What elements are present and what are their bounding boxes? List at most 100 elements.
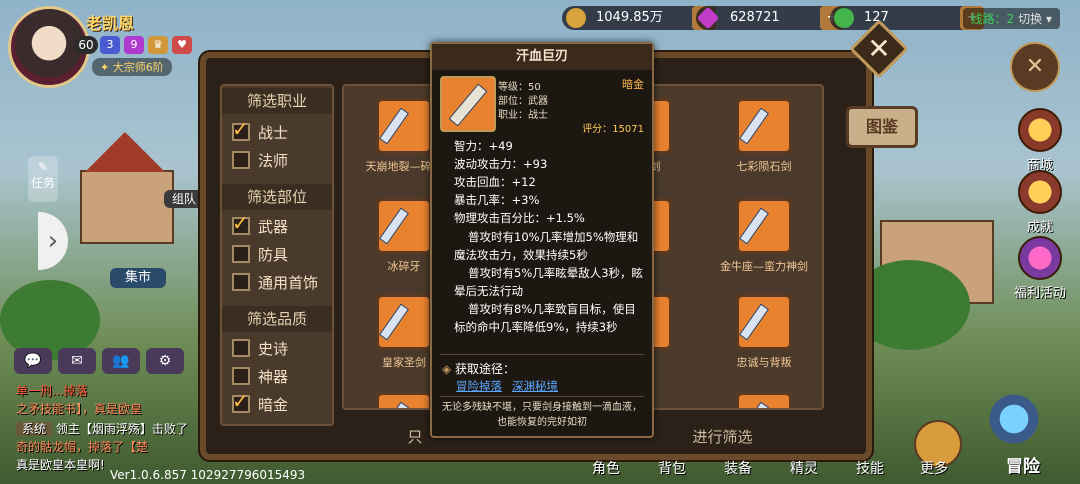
server-line-label: 线路：2 <box>970 12 1015 26</box>
filter-label: 法师 <box>258 152 289 170</box>
rank-badge: 9 <box>124 36 144 54</box>
filter-slot-accessory[interactable]: 通用首饰 <box>232 272 318 293</box>
tooltip-score: 评分：15071 <box>582 120 644 135</box>
source-link-abyss[interactable]: 深渊秘境 <box>512 378 558 394</box>
divider <box>440 396 644 397</box>
filter-class-warrior[interactable]: 战士 <box>232 117 289 143</box>
stat-line: 攻击回血：+12 <box>454 175 536 189</box>
task-tab[interactable]: ✎ 任务 <box>28 156 58 202</box>
filter-label: 暗金 <box>258 396 289 414</box>
hint-tail: 进行筛选 <box>692 428 753 446</box>
stat-line: 物理攻击百分比：+1.5% <box>454 211 585 225</box>
expand-arrow-button[interactable]: › <box>38 212 68 270</box>
item-cell[interactable]: 忠诚与背叛 <box>704 294 822 370</box>
gold-coin-icon <box>566 8 586 28</box>
welfare-label: 福利活动 <box>1013 286 1066 301</box>
tooltip-class: 职业：战士 <box>498 110 548 121</box>
checkbox[interactable] <box>232 367 250 385</box>
crossed-swords-icon[interactable]: ✕ <box>1010 42 1060 92</box>
filter-class-mage[interactable]: 法师 <box>232 150 288 171</box>
effect-line: 普攻时有5%几率眩晕敌人3秒，眩晕后无法行动 <box>454 266 644 298</box>
shop-button[interactable]: 商城 <box>1008 108 1072 173</box>
market-tab[interactable]: 集市 <box>110 268 166 288</box>
filter-slot-weapon[interactable]: 武器 <box>232 211 289 237</box>
sword-icon <box>440 76 496 132</box>
version-label: Ver1.0.6.857 1029277960​15493 <box>110 468 306 482</box>
hint-head: 只 <box>407 428 423 446</box>
welfare-button[interactable]: 福利活动 <box>1008 236 1072 301</box>
source-header-text: 获取途径： <box>455 362 516 376</box>
checkbox[interactable] <box>232 151 250 169</box>
nav-character[interactable]: 角色 <box>592 458 620 478</box>
achievement-icon <box>1018 170 1062 214</box>
nav-more[interactable]: 更多 <box>920 458 948 478</box>
class-filter-header: 筛选职业 <box>222 88 332 114</box>
source-link-adventure[interactable]: 冒险掉落 <box>456 378 502 394</box>
codex-tab[interactable]: 图鉴 <box>846 106 918 148</box>
chat-line-text: 领主【烟雨浮殇】击败了 <box>55 422 188 436</box>
checkbox[interactable] <box>232 339 250 357</box>
player-name: 老凯恩 <box>86 14 135 33</box>
source-header: ◈ 获取途径： <box>442 360 515 377</box>
sword-icon <box>376 392 432 408</box>
item-cell[interactable] <box>704 392 822 408</box>
quality-filter-header: 筛选品质 <box>222 306 332 332</box>
mail-icon[interactable]: ✉ <box>58 348 96 374</box>
item-cell[interactable]: 七彩陨石剑 <box>704 98 822 174</box>
checkbox[interactable] <box>232 211 250 235</box>
title-icon: ✦ <box>100 61 113 74</box>
item-cell[interactable]: 金牛座—蛮力神剑 <box>704 198 822 274</box>
chat-line: 系统 领主【烟雨浮殇】击败了 <box>16 420 188 437</box>
checkbox[interactable] <box>232 273 250 291</box>
checkbox[interactable] <box>232 245 250 263</box>
score-label: 评分： <box>582 124 613 135</box>
team-tab[interactable]: 组队 <box>164 190 204 208</box>
filter-slot-armor[interactable]: 防具 <box>232 244 288 265</box>
diamond-counter: 628721 + <box>696 6 844 30</box>
chat-toolbar: 💬 ✉ 👥 ⚙ <box>14 348 190 374</box>
chat-line: 奇的骷龙帽，掉落了【楚 <box>16 440 149 454</box>
adventure-icon[interactable] <box>986 390 1042 448</box>
adventure-button[interactable]: 冒险 <box>1006 452 1040 477</box>
shop-icon <box>1018 108 1062 152</box>
settings-gear-icon[interactable]: ⚙ <box>146 348 184 374</box>
nav-bag[interactable]: 背包 <box>658 458 686 478</box>
sword-icon <box>736 98 792 154</box>
task-label: 任务 <box>30 176 55 190</box>
filter-quality-dark-gold[interactable]: 暗金 <box>232 389 289 415</box>
stamina-counter: 127 + <box>830 6 984 30</box>
stat-line: 暴击几率：+3% <box>454 193 540 207</box>
filter-label: 战士 <box>258 124 289 142</box>
filter-label: 史诗 <box>258 340 289 358</box>
friends-icon[interactable]: 👥 <box>102 348 140 374</box>
player-title-text: 大宗师6阶 <box>112 61 164 74</box>
item-name: 忠诚与背叛 <box>736 356 792 369</box>
nav-equipment[interactable]: 装备 <box>724 458 752 478</box>
filter-label: 神器 <box>258 368 289 386</box>
tooltip-title: 汗血巨刃 <box>432 44 652 70</box>
server-switch[interactable]: 线路：2 切换 ▾ <box>962 8 1060 29</box>
gold-value: 1049.85万 <box>596 10 663 25</box>
achievement-button[interactable]: 成就 <box>1008 170 1072 235</box>
stamina-heart-icon <box>834 8 854 28</box>
nav-spirit[interactable]: 精灵 <box>790 458 818 478</box>
item-tooltip: 汗血巨刃 等级：50 部位：武器 职业：战士 暗金 评分：15071 智力：+4… <box>430 42 654 438</box>
checkbox[interactable] <box>232 117 250 141</box>
filter-label: 武器 <box>258 218 289 236</box>
item-name: 金牛座—蛮力神剑 <box>720 260 808 273</box>
chat-bubble-icon[interactable]: 💬 <box>14 348 52 374</box>
nav-skill[interactable]: 技能 <box>856 458 884 478</box>
effect-line: 普攻时有8%几率致盲目标，使目标的命中几率降低9%，持续3秒 <box>454 302 636 334</box>
checkbox[interactable] <box>232 389 250 413</box>
sword-icon <box>376 294 432 350</box>
item-description: 无论多残缺不堪，只要剑身接触到一滴血液，也能恢复的完好如初 <box>442 402 642 428</box>
tooltip-level: 等级：50 <box>498 82 541 93</box>
chat-line: 之矛技能书】，真是欧皇 <box>16 402 143 416</box>
effect-line: 普攻时有10%几率增加5%物理和魔法攻击力，效果持续5秒 <box>454 230 639 262</box>
tooltip-quality: 暗金 <box>622 78 644 91</box>
divider <box>440 354 644 355</box>
sword-icon <box>736 198 792 254</box>
heart-badge-icon: ♥ <box>172 36 192 54</box>
filter-quality-epic[interactable]: 史诗 <box>232 338 288 359</box>
filter-quality-artifact[interactable]: 神器 <box>232 366 288 387</box>
